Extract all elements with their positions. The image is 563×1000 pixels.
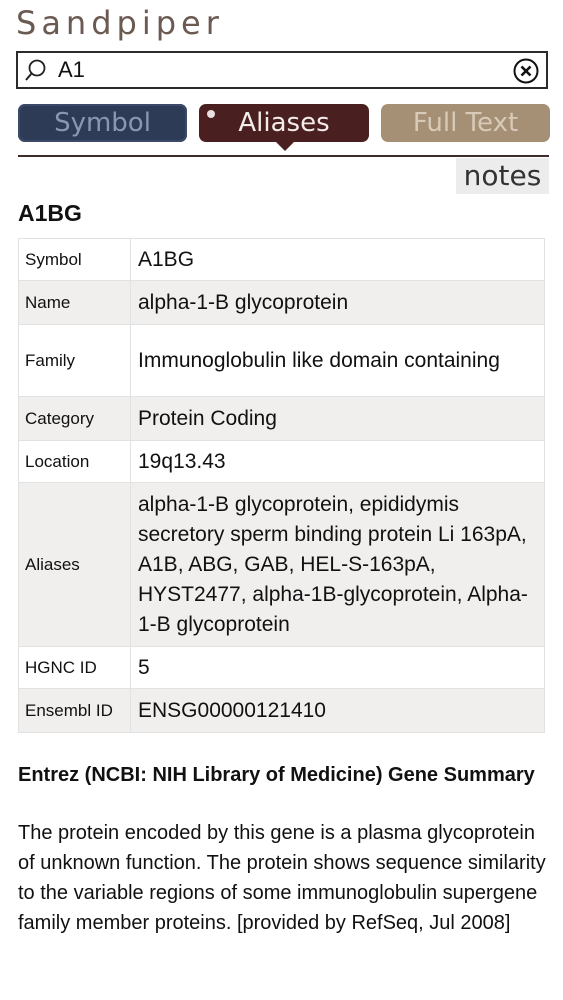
- row-value: Immunoglobulin like domain containing: [130, 324, 545, 397]
- row-key: Aliases: [18, 482, 131, 647]
- tab-aliases[interactable]: Aliases: [199, 104, 369, 142]
- row-value: ENSG00000121410: [130, 688, 545, 733]
- row-key: Symbol: [18, 238, 131, 281]
- summary-title: Entrez (NCBI: NIH Library of Medicine) G…: [18, 764, 535, 786]
- row-key: HGNC ID: [18, 646, 131, 689]
- table-row: HGNC ID 5: [18, 646, 545, 689]
- clear-search-icon[interactable]: [513, 58, 539, 84]
- table-row: Name alpha-1-B glycoprotein: [18, 280, 545, 325]
- table-row: Ensembl ID ENSG00000121410: [18, 688, 545, 733]
- search-input[interactable]: [58, 56, 478, 84]
- table-row: Category Protein Coding: [18, 396, 545, 441]
- table-row: Aliases alpha-1-B glycoprotein, epididym…: [18, 482, 545, 647]
- tab-pointer-icon: [276, 142, 294, 151]
- selected-dot-icon: [207, 110, 215, 118]
- row-value: 5: [130, 646, 545, 689]
- row-value: alpha-1-B glycoprotein, epididymis secre…: [130, 482, 545, 647]
- notes-button[interactable]: notes: [456, 158, 549, 194]
- row-value: Protein Coding: [130, 396, 545, 441]
- divider: [18, 155, 549, 157]
- table-row: Location 19q13.43: [18, 440, 545, 483]
- row-key: Category: [18, 396, 131, 441]
- tab-full-text[interactable]: Full Text: [381, 104, 550, 142]
- table-row: Family Immunoglobulin like domain contai…: [18, 324, 545, 397]
- table-row: Symbol A1BG: [18, 238, 545, 281]
- summary-text: The protein encoded by this gene is a pl…: [18, 822, 546, 934]
- app-title: Sandpiper: [16, 4, 224, 42]
- row-key: Location: [18, 440, 131, 483]
- row-value: alpha-1-B glycoprotein: [130, 280, 545, 325]
- row-key: Family: [18, 324, 131, 397]
- row-value: 19q13.43: [130, 440, 545, 483]
- search-icon: [24, 58, 48, 84]
- row-key: Ensembl ID: [18, 688, 131, 733]
- gene-info-table: Symbol A1BG Name alpha-1-B glycoprotein …: [18, 238, 545, 733]
- tab-aliases-label: Aliases: [238, 108, 330, 138]
- gene-heading: A1BG: [18, 200, 82, 226]
- row-value: A1BG: [130, 238, 545, 281]
- row-key: Name: [18, 280, 131, 325]
- search-box[interactable]: [16, 51, 548, 89]
- tab-symbol[interactable]: Symbol: [18, 104, 187, 142]
